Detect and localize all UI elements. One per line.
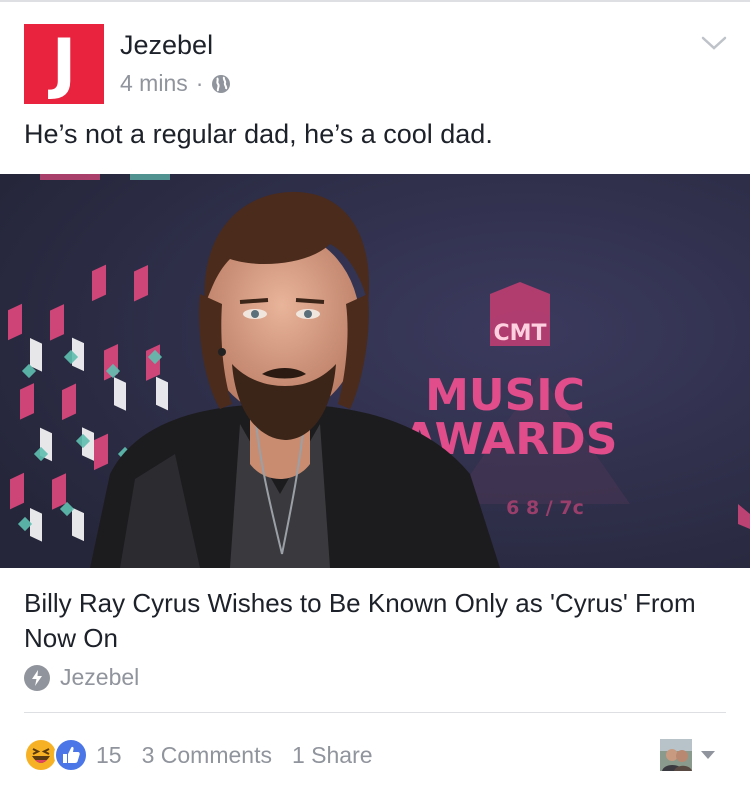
photo-illustration: CMT MUSIC AWARDS 6 8 / 7c [0,174,750,568]
shares-link[interactable]: 1 Share [292,742,373,769]
post-footer: 15 3 Comments 1 Share [24,736,726,774]
viewer-avatar[interactable] [660,739,692,771]
reaction-count[interactable]: 15 [96,742,122,769]
post-timestamp[interactable]: 4 mins [120,70,188,97]
link-source[interactable]: Jezebel [24,664,139,691]
comments-link[interactable]: 3 Comments [142,742,272,769]
sign-date: 6 8 / 7c [506,497,584,519]
footer-divider [24,712,726,713]
instant-article-bolt-icon [24,664,50,691]
avatar-letter: J [51,25,77,102]
meta-separator: · [195,70,204,96]
post-meta: 4 mins · [120,70,231,97]
chevron-down-icon[interactable] [700,32,728,54]
sign-logo: CMT [493,321,546,346]
page-name-link[interactable]: Jezebel [120,30,213,61]
link-preview-image[interactable]: CMT MUSIC AWARDS 6 8 / 7c [0,174,750,568]
caret-down-icon[interactable] [700,750,716,760]
page-avatar[interactable]: J [24,24,104,104]
reactions-summary[interactable] [24,736,90,774]
globe-icon [212,74,231,93]
post-header: J Jezebel 4 mins · [0,0,750,112]
link-source-name: Jezebel [60,664,140,690]
like-reaction-icon [54,738,88,772]
post-status-text: He’s not a regular dad, he’s a cool dad. [24,119,493,149]
haha-reaction-icon [24,738,58,772]
link-title[interactable]: Billy Ray Cyrus Wishes to Be Known Only … [24,586,724,656]
